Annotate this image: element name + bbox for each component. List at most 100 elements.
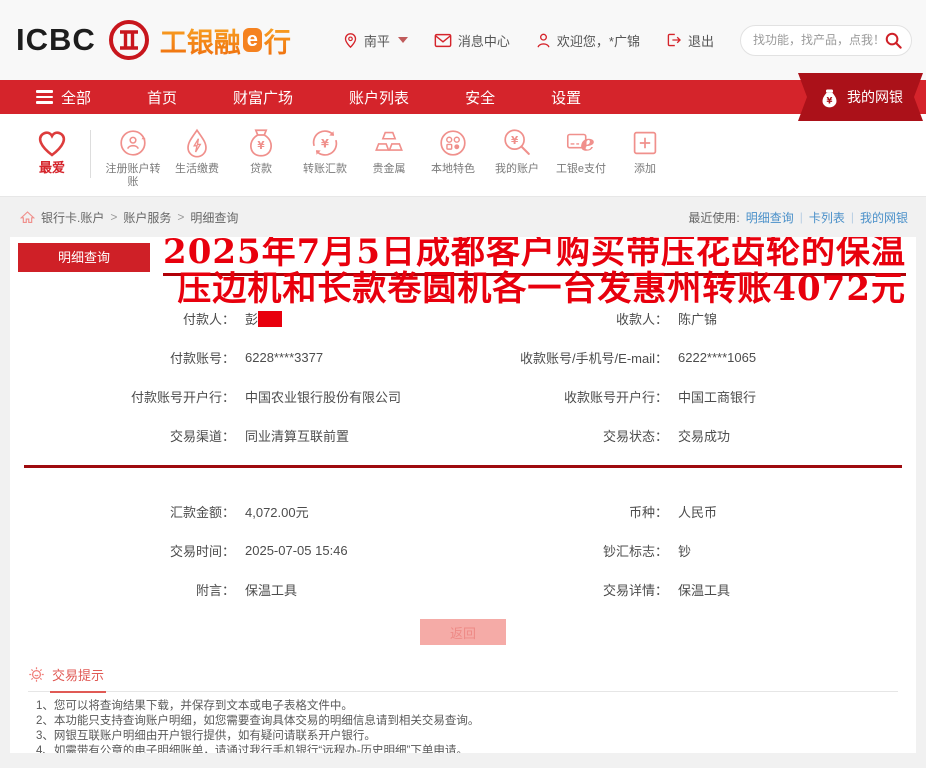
top-header: ICBC 工银融e行 南平 消息中心 bbox=[0, 0, 926, 80]
recently-used: 最近使用: 明细查询 | 卡列表 | 我的网银 bbox=[688, 209, 908, 226]
field-label: 付款账号： bbox=[10, 348, 235, 367]
message-center-label: 消息中心 bbox=[458, 31, 510, 50]
field-label: 交易状态： bbox=[463, 426, 668, 445]
field-memo: 附言： 保温工具 bbox=[10, 570, 463, 609]
field-label: 钞汇标志： bbox=[463, 541, 668, 560]
transfer-remit-icon: ¥ bbox=[307, 126, 343, 160]
logout-button[interactable]: 退出 bbox=[666, 31, 714, 50]
field-value: 6228****3377 bbox=[245, 350, 323, 365]
field-value: 保温工具 bbox=[678, 580, 730, 599]
search-box[interactable] bbox=[740, 25, 912, 56]
quick-item-loan[interactable]: ¥ 贷款 bbox=[229, 126, 293, 176]
logo-cn-prefix: 工银融 bbox=[160, 21, 241, 60]
field-currency: 币种： 人民币 bbox=[463, 492, 916, 531]
field-transaction-time: 交易时间： 2025-07-05 15:46 bbox=[10, 531, 463, 570]
svg-text:¥: ¥ bbox=[257, 140, 265, 152]
icbc-logo-cn: 工银融e行 bbox=[160, 21, 291, 60]
quick-item-icbc-epay[interactable]: e 工银e支付 bbox=[549, 126, 613, 176]
field-label: 汇款金额： bbox=[10, 502, 235, 521]
precious-metal-icon bbox=[371, 126, 407, 160]
breadcrumb-row: 银行卡.账户 > 账户服务 > 明细查询 最近使用: 明细查询 | 卡列表 | … bbox=[0, 197, 926, 237]
logo-e-badge: e bbox=[243, 28, 262, 52]
field-value: 4,072.00元 bbox=[245, 502, 309, 521]
field-label: 附言： bbox=[10, 580, 235, 599]
local-feature-icon bbox=[435, 126, 471, 160]
my-ebank-ribbon[interactable]: ¥ 我的网银 bbox=[798, 73, 923, 121]
loan-icon: ¥ bbox=[243, 126, 279, 160]
quick-item-register-transfer[interactable]: 注册账户转账 bbox=[101, 126, 165, 189]
icbc-logo[interactable]: ICBC 工银融e行 bbox=[16, 19, 291, 61]
recent-link-card-list[interactable]: 卡列表 bbox=[809, 209, 845, 226]
nav-item-all[interactable]: 全部 bbox=[36, 87, 91, 108]
tip-item: 3、网银互联账户明细由开户银行提供，如有疑问请联系开户银行。 bbox=[36, 729, 898, 744]
register-transfer-icon bbox=[115, 126, 151, 160]
quick-item-favorite[interactable]: 最爱 bbox=[20, 126, 84, 174]
recent-separator: | bbox=[851, 210, 854, 224]
transaction-detail-panel: 明细查询 2025年7月5日成都客户购买带压花齿轮的保温 压边机和长款卷圆机各一… bbox=[10, 237, 916, 753]
svg-text:¥: ¥ bbox=[511, 135, 519, 147]
icbc-emblem-icon bbox=[108, 19, 150, 61]
recently-used-label: 最近使用: bbox=[688, 209, 739, 226]
quick-label-epay-account: 我的账户 bbox=[485, 163, 549, 176]
lightbulb-icon bbox=[28, 666, 45, 683]
svg-text:e: e bbox=[580, 131, 594, 157]
search-icon[interactable] bbox=[884, 31, 903, 50]
field-value: 同业清算互联前置 bbox=[245, 426, 349, 445]
search-input[interactable] bbox=[753, 33, 884, 47]
logout-icon bbox=[666, 32, 682, 48]
recent-link-detail-query[interactable]: 明细查询 bbox=[746, 209, 794, 226]
location-selector[interactable]: 南平 bbox=[343, 31, 408, 50]
field-value: 中国工商银行 bbox=[678, 387, 756, 406]
annotation-overlay: 2025年7月5日成都客户购买带压花齿轮的保温 压边机和长款卷圆机各一台发惠州转… bbox=[163, 237, 906, 308]
quick-item-precious-metal[interactable]: 贵金属 bbox=[357, 126, 421, 176]
nav-all-label: 全部 bbox=[61, 87, 91, 108]
quick-item-add[interactable]: 添加 bbox=[613, 126, 677, 176]
quick-item-local-feature[interactable]: 本地特色 bbox=[421, 126, 485, 176]
breadcrumb-level2[interactable]: 账户服务 bbox=[123, 209, 171, 226]
nav-item-home[interactable]: 首页 bbox=[147, 87, 177, 108]
field-label: 付款人： bbox=[10, 309, 235, 328]
field-payee-bank: 收款账号开户行： 中国工商银行 bbox=[463, 377, 916, 416]
field-value: 2025-07-05 15:46 bbox=[245, 543, 348, 558]
quick-item-transfer-remit[interactable]: ¥ 转账汇款 bbox=[293, 126, 357, 176]
breadcrumb-separator: > bbox=[177, 210, 184, 224]
field-transaction-channel: 交易渠道： 同业清算互联前置 bbox=[10, 416, 463, 455]
nav-item-wealth[interactable]: 财富广场 bbox=[233, 87, 293, 108]
field-payee-account: 收款账号/手机号/E-mail： 6222****1065 bbox=[463, 338, 916, 377]
payer-name: 彭 bbox=[245, 312, 258, 327]
recent-link-my-ebank[interactable]: 我的网银 bbox=[860, 209, 908, 226]
chevron-down-icon bbox=[398, 37, 408, 43]
quick-label-precious-metal: 贵金属 bbox=[357, 163, 421, 176]
tips-title: 交易提示 bbox=[52, 665, 104, 684]
quick-item-life-payment[interactable]: 生活缴费 bbox=[165, 126, 229, 176]
mail-icon bbox=[434, 33, 452, 48]
welcome-text: 欢迎您，*广锦 bbox=[557, 31, 640, 50]
main-nav: 全部 首页 财富广场 账户列表 安全 设置 ¥ 我的网银 bbox=[0, 80, 926, 114]
nav-item-settings[interactable]: 设置 bbox=[551, 87, 581, 108]
field-payer-account: 付款账号： 6228****3377 bbox=[10, 338, 463, 377]
quick-label-register-transfer: 注册账户转账 bbox=[101, 163, 165, 189]
quick-label-favorite: 最爱 bbox=[20, 161, 84, 174]
redaction-box bbox=[258, 311, 282, 327]
tip-item: 4、如需带有公章的电子明细账单，请通过我行手机银行“远程办-历史明细”下单申请。 bbox=[36, 744, 898, 753]
svg-text:¥: ¥ bbox=[321, 136, 329, 150]
message-center-link[interactable]: 消息中心 bbox=[434, 31, 510, 50]
welcome-user[interactable]: 欢迎您，*广锦 bbox=[536, 31, 640, 50]
field-label: 交易渠道： bbox=[10, 426, 235, 445]
transaction-tips-section: 交易提示 1、您可以将查询结果下载，并保存到文本或电子表格文件中。 2、本功能只… bbox=[28, 665, 898, 753]
quick-label-icbc-epay: 工银e支付 bbox=[549, 163, 613, 176]
field-label: 收款账号开户行： bbox=[463, 387, 668, 406]
field-value: 交易成功 bbox=[678, 426, 730, 445]
back-button[interactable]: 返回 bbox=[420, 619, 506, 645]
quick-item-my-account[interactable]: ¥ 我的账户 bbox=[485, 126, 549, 176]
field-label: 交易详情： bbox=[463, 580, 668, 599]
nav-item-accounts[interactable]: 账户列表 bbox=[349, 87, 409, 108]
field-group-2: 汇款金额： 4,072.00元 交易时间： 2025-07-05 15:46 附… bbox=[10, 468, 916, 609]
nav-item-security[interactable]: 安全 bbox=[465, 87, 495, 108]
breadcrumb-current: 明细查询 bbox=[190, 209, 238, 226]
breadcrumb-root[interactable]: 银行卡.账户 bbox=[41, 209, 104, 226]
field-transaction-status: 交易状态： 交易成功 bbox=[463, 416, 916, 455]
moneybag-icon: ¥ bbox=[820, 87, 839, 108]
logout-label: 退出 bbox=[688, 31, 714, 50]
detail-query-tab[interactable]: 明细查询 bbox=[18, 243, 150, 272]
